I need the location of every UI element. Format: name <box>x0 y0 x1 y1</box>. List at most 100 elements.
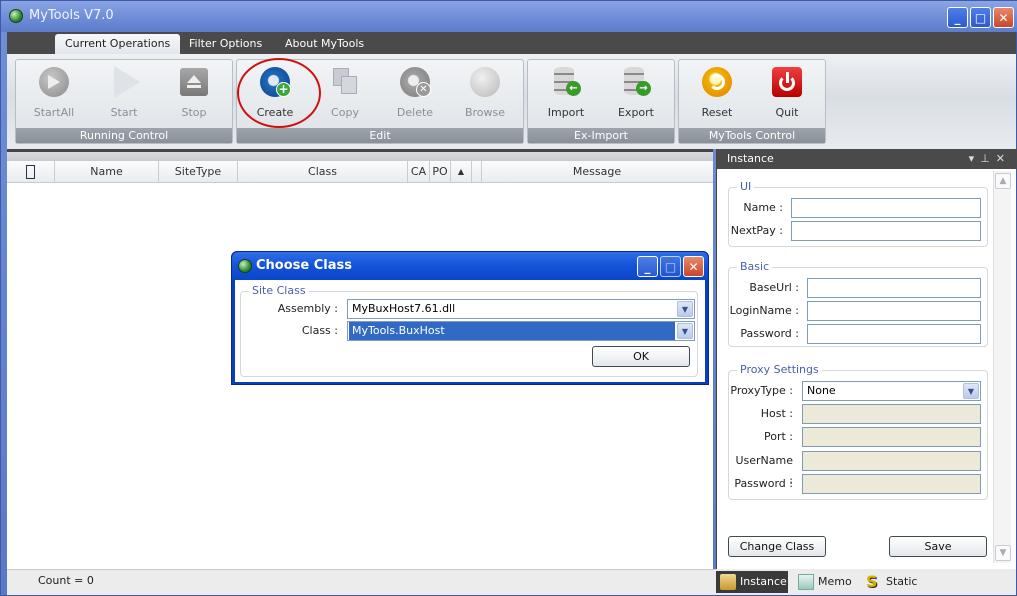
proxy-password-input[interactable] <box>802 474 981 494</box>
scroll-up-icon[interactable]: ▲ <box>995 173 1011 189</box>
column-sitetype[interactable]: SiteType <box>159 161 238 183</box>
start-button[interactable]: Start <box>94 64 154 122</box>
panel-close-icon[interactable]: ✕ <box>996 152 1011 165</box>
dialog-minimize-button[interactable]: _ <box>637 256 658 277</box>
delete-label: Delete <box>396 106 434 119</box>
loginname-input[interactable] <box>807 301 981 321</box>
dialog-app-icon <box>238 259 252 273</box>
maximize-button[interactable]: □ <box>970 7 991 28</box>
password-input[interactable] <box>807 324 981 344</box>
class-label: Class : <box>301 324 338 337</box>
startall-label: StartAll <box>33 106 75 119</box>
scroll-down-icon[interactable]: ▼ <box>995 545 1011 561</box>
column-blank[interactable] <box>472 161 482 183</box>
name-input[interactable] <box>791 198 981 218</box>
column-select-all[interactable] <box>7 161 55 183</box>
chevron-down-icon[interactable]: ▼ <box>963 383 979 399</box>
host-label: Host : <box>760 407 793 420</box>
tab-memo[interactable]: Memo <box>794 571 860 593</box>
name-label: Name : <box>743 201 783 214</box>
dialog-title-bar[interactable]: Choose Class _ □ ✕ <box>232 252 708 280</box>
reset-button[interactable]: Reset <box>687 64 747 122</box>
copy-button[interactable]: Copy <box>315 64 375 122</box>
minimize-icon: _ <box>954 10 961 25</box>
proxytype-label: ProxyType : <box>730 384 793 397</box>
column-ca[interactable]: CA <box>408 161 430 183</box>
proxy-username-input[interactable] <box>802 451 981 471</box>
group-running-control: StartAll Start Stop Running Control <box>15 59 233 144</box>
ui-section: UI Name : NextPay : <box>728 180 988 247</box>
tab-static[interactable]: S Static <box>862 571 922 593</box>
ribbon-toolbar: StartAll Start Stop Running Control + Cr… <box>7 54 1016 149</box>
column-po[interactable]: PO <box>430 161 451 183</box>
browse-label: Browse <box>464 106 506 119</box>
browse-button[interactable]: Browse <box>455 64 515 122</box>
assembly-value: MyBuxHost7.61.dll <box>352 302 456 315</box>
delete-button[interactable]: ✕ Delete <box>385 64 445 122</box>
ui-legend: UI <box>737 180 755 193</box>
basic-section: Basic BaseUrl : LoginName : Password : <box>728 260 988 347</box>
baseurl-input[interactable] <box>807 278 981 298</box>
tab-about-mytools[interactable]: About MyTools <box>275 34 374 54</box>
panel-header: Instance ▾⊥✕ <box>717 149 1017 169</box>
assembly-select[interactable]: MyBuxHost7.61.dll ▼ <box>347 299 695 319</box>
group-label-ex-import: Ex-Import <box>528 128 674 143</box>
tab-filter-options[interactable]: Filter Options <box>179 34 272 54</box>
quit-button[interactable]: Quit <box>757 64 817 122</box>
dialog-close-button[interactable]: ✕ <box>683 256 704 277</box>
class-value: MyTools.BuxHost <box>349 322 675 340</box>
tab-instance-label: Instance <box>740 575 787 588</box>
minimize-icon: _ <box>644 259 651 274</box>
baseurl-label: BaseUrl : <box>749 281 799 294</box>
tab-instance[interactable]: Instance <box>716 571 788 593</box>
quit-label: Quit <box>775 106 799 119</box>
panel-title: Instance <box>727 152 774 165</box>
change-class-button[interactable]: Change Class <box>728 536 826 557</box>
reset-label: Reset <box>701 106 733 119</box>
play-icon <box>114 66 140 98</box>
ok-button[interactable]: OK <box>592 346 690 367</box>
title-bar[interactable]: MyTools V7.0 _ □ ✕ <box>1 1 1017 32</box>
proxy-legend: Proxy Settings <box>737 363 822 376</box>
count-status: Count = 0 <box>38 574 94 587</box>
choose-class-dialog: Choose Class _ □ ✕ Site Class Assembly :… <box>231 251 709 385</box>
class-select[interactable]: MyTools.BuxHost ▼ <box>347 321 695 341</box>
column-sort-indicator[interactable]: ▲ <box>451 161 472 183</box>
maximize-icon: □ <box>664 259 677 274</box>
nextpay-input[interactable] <box>791 221 981 241</box>
grid-header: Name SiteType Class CA PO ▲ Message <box>7 161 713 183</box>
splitter[interactable] <box>7 152 713 161</box>
basic-legend: Basic <box>737 260 773 273</box>
column-message[interactable]: Message <box>482 161 712 183</box>
import-button[interactable]: ← Import <box>536 64 596 122</box>
startall-button[interactable]: StartAll <box>24 64 84 122</box>
host-input[interactable] <box>802 404 981 424</box>
site-class-legend: Site Class <box>249 284 309 297</box>
proxytype-select[interactable]: None ▼ <box>802 381 981 401</box>
column-class[interactable]: Class <box>238 161 408 183</box>
group-label-edit: Edit <box>237 128 523 143</box>
dropdown-icon[interactable]: ▾ <box>969 152 981 165</box>
port-label: Port : <box>763 430 793 443</box>
save-button[interactable]: Save <box>889 536 987 557</box>
stop-button[interactable]: Stop <box>164 64 224 122</box>
port-input[interactable] <box>802 427 981 447</box>
chevron-down-icon[interactable]: ▼ <box>677 301 693 317</box>
tab-current-operations[interactable]: Current Operations <box>55 34 181 54</box>
pin-icon[interactable]: ⊥ <box>980 152 996 165</box>
maximize-icon: □ <box>974 10 987 25</box>
proxy-password-label: Password : <box>734 477 793 490</box>
copy-label: Copy <box>331 106 359 119</box>
close-icon: ✕ <box>998 10 1009 25</box>
group-label-running-control: Running Control <box>16 128 232 143</box>
chevron-down-icon[interactable]: ▼ <box>677 323 693 339</box>
export-button[interactable]: → Export <box>606 64 666 122</box>
group-mytools-control: Reset Quit MyTools Control <box>678 59 826 144</box>
minimize-button[interactable]: _ <box>947 7 968 28</box>
dialog-maximize-button[interactable]: □ <box>660 256 681 277</box>
panel-scrollbar[interactable]: ▲ ▼ <box>993 171 1011 563</box>
close-button[interactable]: ✕ <box>993 7 1014 28</box>
highlight-annotation-circle <box>237 58 321 128</box>
app-icon <box>9 9 23 23</box>
column-name[interactable]: Name <box>55 161 159 183</box>
